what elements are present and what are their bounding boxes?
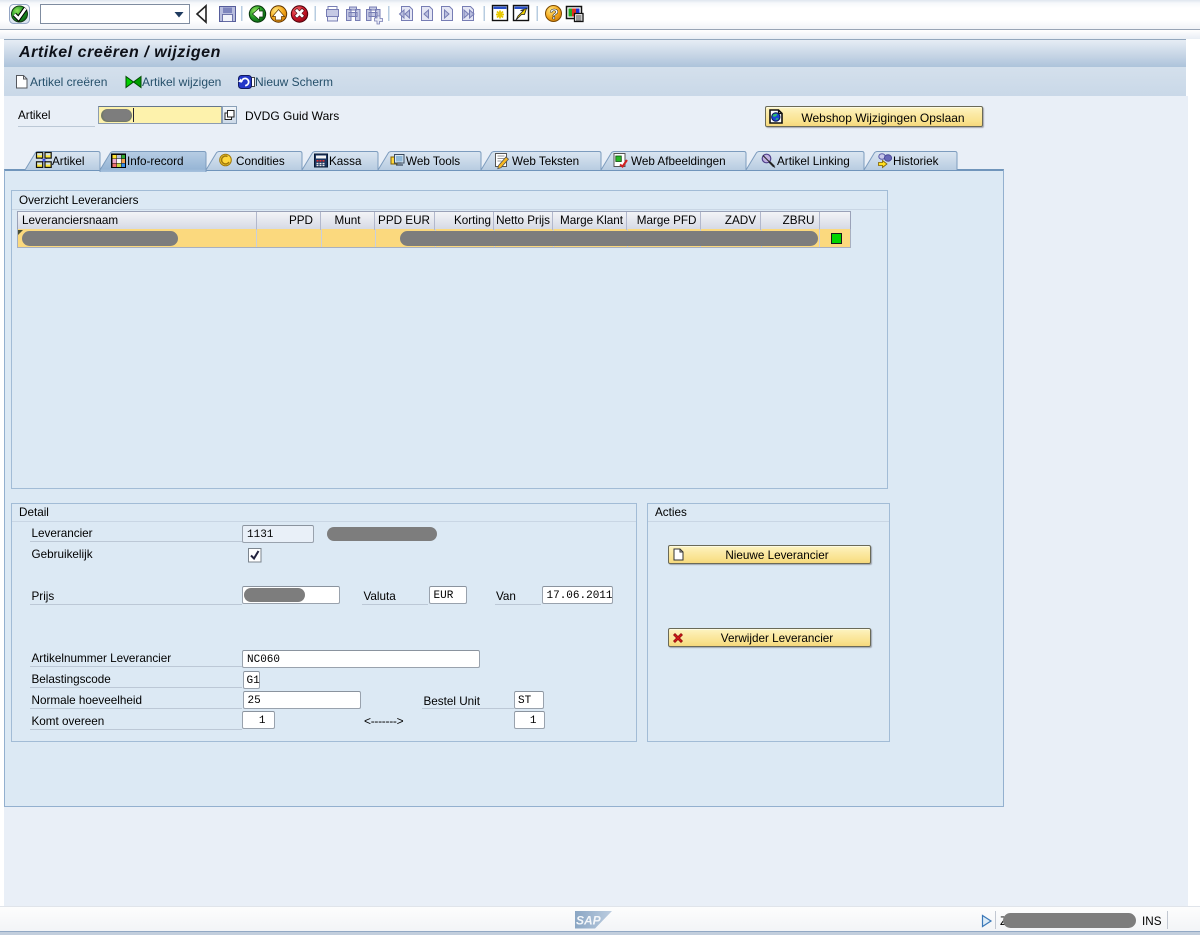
svg-text:SAP: SAP bbox=[576, 914, 602, 928]
svg-text:?: ? bbox=[550, 6, 559, 23]
